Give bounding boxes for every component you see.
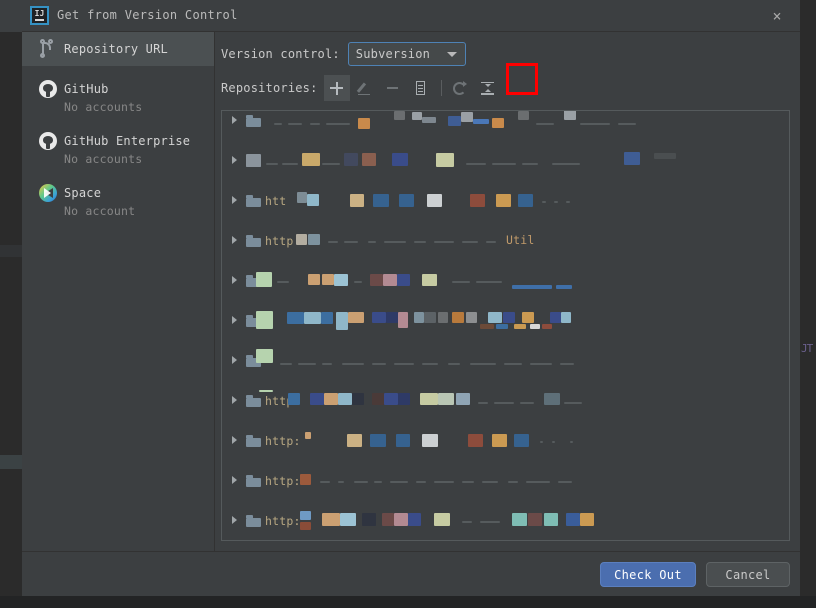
intellij-idea-icon-bar: [35, 19, 44, 21]
repository-url-text: htt: [265, 194, 287, 208]
version-control-select[interactable]: Subversion: [347, 42, 466, 66]
sidebar-item-repository-url[interactable]: Repository URL: [22, 32, 214, 66]
edit-repository-button[interactable]: [352, 75, 378, 101]
background-left-strip: [0, 0, 22, 608]
folder-icon: [246, 395, 261, 407]
sidebar-group-github: GitHub No accounts: [22, 72, 214, 114]
cancel-button[interactable]: Cancel: [706, 562, 790, 587]
sidebar-item-space[interactable]: Space: [22, 176, 214, 210]
table-row[interactable]: htt: [222, 191, 789, 211]
table-row[interactable]: [222, 111, 789, 131]
chevron-right-icon[interactable]: [232, 316, 237, 324]
sidebar-group-space: Space No account: [22, 176, 214, 218]
background-editor-text: JT: [801, 342, 813, 355]
dialog-body: Repository URL GitHub No accounts GitHub…: [22, 32, 800, 551]
dialog-titlebar: IJ Get from Version Control ×: [22, 0, 800, 32]
chevron-right-icon[interactable]: [232, 396, 237, 404]
sidebar-item-space-label: Space: [64, 186, 102, 200]
chevron-right-icon[interactable]: [232, 356, 237, 364]
refresh-button[interactable]: [447, 75, 473, 101]
space-icon: [36, 183, 58, 203]
document-icon: [415, 81, 427, 95]
sidebar-item-github-enterprise-label: GitHub Enterprise: [64, 134, 191, 148]
repository-url-text: http:: [265, 514, 301, 528]
add-repository-button[interactable]: [323, 75, 350, 101]
chevron-right-icon[interactable]: [232, 116, 237, 124]
sidebar-item-github[interactable]: GitHub: [22, 72, 214, 106]
background-left-strip-top: [0, 0, 22, 32]
highlight-annotation: [506, 63, 538, 95]
branch-icon: [36, 39, 58, 59]
chevron-right-icon[interactable]: [232, 516, 237, 524]
folder-icon: [246, 115, 261, 127]
intellij-idea-icon: IJ: [30, 6, 49, 25]
repositories-toolbar-row: Repositories:: [221, 75, 503, 101]
collapse-all-button[interactable]: [475, 75, 501, 101]
intellij-idea-icon-text: IJ: [34, 9, 45, 18]
table-row[interactable]: [222, 271, 789, 291]
background-bottom-strip: [0, 596, 816, 608]
repositories-list[interactable]: htt http Util http http: http: http:: [221, 110, 790, 541]
chevron-right-icon[interactable]: [232, 196, 237, 204]
github-icon: [36, 131, 58, 151]
folder-icon: [246, 515, 261, 527]
dialog-footer: Check Out Cancel: [22, 551, 800, 596]
refresh-icon: [453, 80, 468, 95]
repositories-label: Repositories:: [221, 81, 318, 95]
close-icon[interactable]: ×: [764, 4, 790, 28]
sidebar-item-github-label: GitHub: [64, 82, 109, 96]
table-row[interactable]: http:: [222, 471, 789, 491]
sidebar-group-github-enterprise: GitHub Enterprise No accounts: [22, 124, 214, 166]
background-right-strip: [800, 0, 816, 608]
minus-icon: [387, 87, 399, 89]
chevron-right-icon[interactable]: [232, 436, 237, 444]
pencil-icon: [356, 81, 372, 95]
sidebar: Repository URL GitHub No accounts GitHub…: [22, 32, 215, 551]
remove-repository-button[interactable]: [380, 75, 406, 101]
collapse-all-icon: [481, 81, 495, 95]
folder-icon: [246, 235, 261, 247]
table-row[interactable]: [222, 311, 789, 331]
chevron-right-icon[interactable]: [232, 476, 237, 484]
dialog-title: Get from Version Control: [57, 8, 238, 22]
chevron-right-icon[interactable]: [232, 236, 237, 244]
folder-icon: [246, 475, 261, 487]
background-left-strip-mid: [0, 245, 22, 257]
github-icon: [36, 79, 58, 99]
repository-url-text: http:: [265, 474, 301, 488]
version-control-label: Version control:: [221, 47, 340, 61]
screen: JT IJ Get from Version Control × Reposit…: [0, 0, 816, 608]
table-row[interactable]: http Util: [222, 231, 789, 251]
version-control-value: Subversion: [355, 47, 431, 61]
table-row[interactable]: [222, 349, 789, 371]
repository-url-text: http: [265, 234, 294, 248]
sidebar-item-repository-url-label: Repository URL: [64, 42, 168, 56]
repository-details-button[interactable]: [408, 75, 434, 101]
chevron-right-icon[interactable]: [232, 156, 237, 164]
plus-icon: [330, 81, 344, 95]
version-control-row: Version control: Subversion: [221, 42, 466, 66]
sidebar-item-github-enterprise[interactable]: GitHub Enterprise: [22, 124, 214, 158]
folder-icon: [246, 435, 261, 447]
repositories-toolbar: [323, 75, 503, 101]
folder-icon: [246, 195, 261, 207]
toolbar-divider: [440, 80, 442, 96]
chevron-down-icon: [446, 52, 457, 57]
table-row[interactable]: http:: [222, 431, 789, 451]
check-out-button[interactable]: Check Out: [600, 562, 696, 587]
table-row[interactable]: http: [222, 390, 789, 411]
get-from-version-control-dialog: IJ Get from Version Control × Repository: [22, 0, 800, 596]
row-trailing-text: Util: [506, 233, 535, 247]
table-row[interactable]: [222, 151, 789, 171]
table-row[interactable]: http:: [222, 511, 789, 531]
background-left-strip-low: [0, 455, 22, 469]
chevron-right-icon[interactable]: [232, 276, 237, 284]
main-panel: Version control: Subversion Repositories…: [215, 32, 800, 551]
repository-url-text: http:: [265, 434, 301, 448]
